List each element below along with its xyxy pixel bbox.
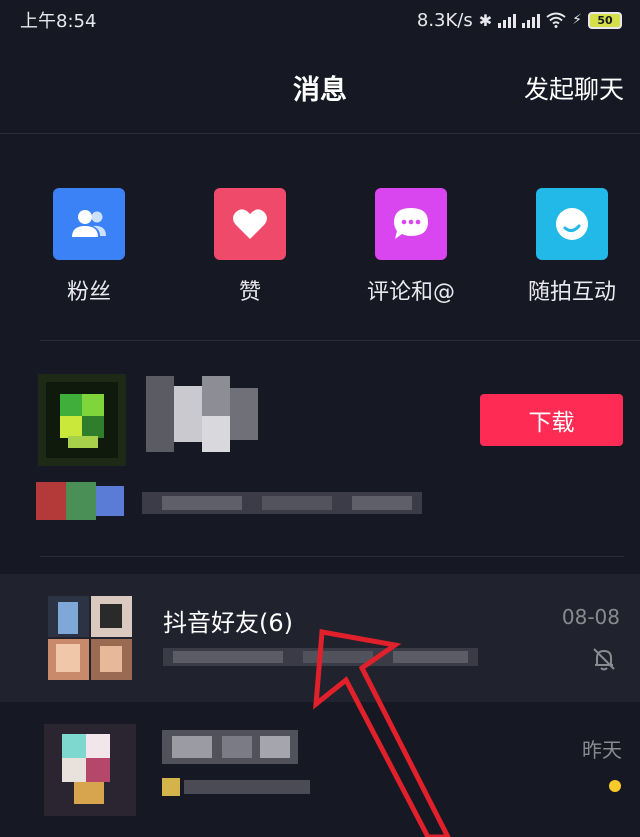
- shortcut-label: 赞: [238, 280, 261, 305]
- battery-level: 50: [597, 13, 613, 27]
- shortcut-label: 评论和@: [366, 280, 455, 305]
- charging-icon: ⚡: [572, 12, 582, 28]
- conversation-time: 08-08: [561, 605, 620, 629]
- network-speed: 8.3K/s: [416, 9, 473, 31]
- shortcut-fans[interactable]: 粉丝: [29, 188, 149, 306]
- status-indicators: 8.3K/s ✱ ⚡ 50: [417, 10, 622, 31]
- header-divider: [0, 133, 640, 134]
- status-time: 上午8:54: [20, 11, 97, 32]
- conversation-title: 抖音好友(6): [163, 609, 293, 637]
- battery-icon: 50: [588, 11, 622, 29]
- shortcut-label: 随拍互动: [527, 280, 616, 305]
- shortcut-interactions[interactable]: 随拍互动: [512, 188, 632, 306]
- conversation-avatar-censored[interactable]: [44, 724, 136, 816]
- promo-avatars-censored: [36, 482, 124, 520]
- conversation-preview-censored: [162, 776, 310, 798]
- camera-circle-icon: [556, 208, 588, 240]
- promo-title-censored: [146, 376, 258, 452]
- conversation-name-censored: [162, 730, 298, 764]
- fans-tile: [53, 188, 125, 260]
- shortcut-likes[interactable]: 赞: [190, 188, 310, 306]
- heart-icon: [233, 209, 267, 239]
- interactions-tile: [536, 188, 608, 260]
- promo-subtitle-censored: [142, 492, 422, 514]
- start-chat-button[interactable]: 发起聊天: [524, 70, 624, 106]
- conversation-time: 昨天: [582, 738, 622, 762]
- users-icon: [72, 210, 106, 237]
- signal-icon: [498, 12, 517, 28]
- bluetooth-icon: ✱: [478, 10, 493, 30]
- promo-app-icon[interactable]: [38, 374, 126, 466]
- muted-bell-icon: [593, 648, 615, 671]
- promo-divider: [40, 556, 624, 557]
- shortcut-comments[interactable]: 评论和@: [351, 188, 471, 306]
- status-bar: 上午8:54 8.3K/s ✱ ⚡ 50: [0, 0, 640, 40]
- shortcuts-divider: [40, 340, 640, 341]
- unread-dot: [609, 780, 621, 792]
- comments-tile: [375, 188, 447, 260]
- group-avatar: [48, 596, 132, 680]
- chat-bubble-icon: [394, 208, 428, 239]
- likes-tile: [214, 188, 286, 260]
- conversation-preview-censored: [163, 646, 478, 668]
- nav-bar: 消息 发起聊天: [0, 58, 640, 116]
- download-button[interactable]: 下载: [480, 394, 623, 446]
- wifi-icon: [546, 12, 566, 28]
- signal-icon: [522, 12, 541, 28]
- shortcut-label: 粉丝: [66, 280, 111, 305]
